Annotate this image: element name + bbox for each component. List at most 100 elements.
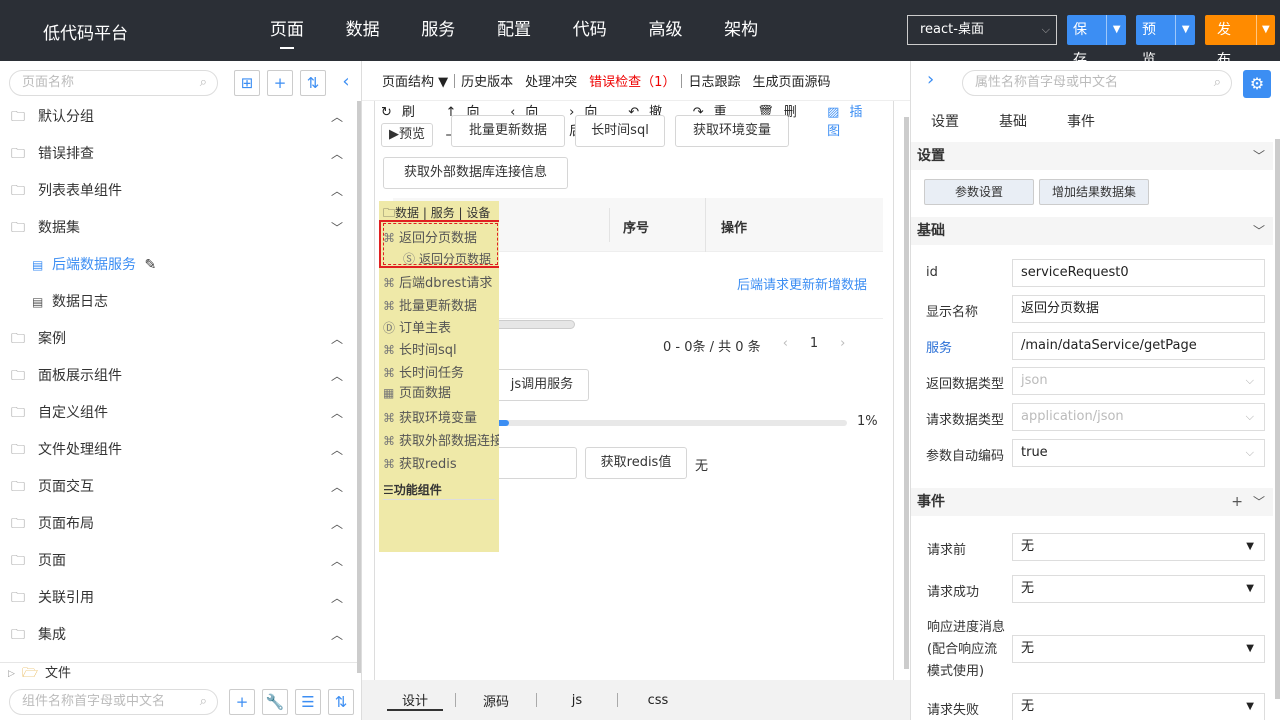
- chevron-up-icon[interactable]: ︿: [331, 358, 343, 395]
- page-search-input[interactable]: 页面名称 ⌕: [9, 70, 218, 96]
- prop-display-name-input[interactable]: 返回分页数据: [1012, 295, 1265, 323]
- preview-widget-button[interactable]: ▶预览: [381, 123, 433, 147]
- nav-config[interactable]: 配置: [476, 0, 552, 61]
- event-success-select[interactable]: 无 ▼: [1012, 575, 1265, 603]
- log-trace-button[interactable]: 日志跟踪: [682, 71, 746, 90]
- param-settings-button[interactable]: 参数设置: [924, 179, 1034, 205]
- chevron-up-icon[interactable]: ︿: [331, 580, 343, 617]
- palette-item[interactable]: ⌘ 返回分页数据: [383, 227, 477, 249]
- section-settings[interactable]: 设置 ﹀: [911, 142, 1273, 170]
- prop-label-service[interactable]: 服务: [926, 337, 952, 356]
- tab-js[interactable]: js: [549, 693, 605, 708]
- tree-group-list-form[interactable]: 🗀 列表表单组件 ︿: [0, 173, 357, 210]
- tab-basic[interactable]: 基础: [999, 111, 1027, 131]
- prev-page-button[interactable]: ‹: [783, 336, 788, 355]
- page-structure-menu[interactable]: 页面结构 ▼: [376, 71, 454, 90]
- chevron-right-icon[interactable]: ›: [927, 69, 934, 90]
- settings-button[interactable]: ⚙: [1243, 70, 1271, 98]
- update-insert-link[interactable]: 后端请求更新新增数据: [737, 274, 867, 293]
- tree-group-file[interactable]: 🗀 文件处理组件 ︿: [0, 432, 357, 469]
- nav-code[interactable]: 代码: [552, 0, 628, 61]
- palette-item[interactable]: Ⓢ 返回分页数据: [403, 248, 491, 270]
- section-events[interactable]: 事件 + ﹀: [911, 488, 1273, 516]
- history-button[interactable]: 历史版本: [455, 71, 519, 90]
- tab-design[interactable]: 设计: [387, 690, 443, 711]
- get-ext-db-button[interactable]: 获取外部数据库连接信息: [383, 157, 568, 189]
- tree-group-default[interactable]: 🗀 默认分组 ︿: [0, 99, 357, 136]
- resolve-conflict-button[interactable]: 处理冲突: [519, 71, 583, 90]
- palette-item[interactable]: ⌘ 获取环境变量: [383, 407, 477, 429]
- prop-id-input[interactable]: serviceRequest0: [1012, 259, 1265, 287]
- palette-item[interactable]: ⌘ 长时间sql: [383, 339, 457, 361]
- tab-css[interactable]: css: [630, 693, 686, 708]
- chevron-down-icon[interactable]: ﹀: [331, 210, 343, 247]
- new-folder-button[interactable]: ⊞: [234, 70, 260, 96]
- nav-advanced[interactable]: 高级: [628, 0, 704, 61]
- tree-group-page[interactable]: 🗀 页面 ︿: [0, 543, 357, 580]
- palette-footer[interactable]: ☰功能组件: [383, 481, 442, 498]
- palette-item[interactable]: ⌘ 后端dbrest请求: [383, 272, 492, 294]
- nav-service[interactable]: 服务: [400, 0, 476, 61]
- tree-group-error-check[interactable]: 🗀 错误排查 ︿: [0, 136, 357, 173]
- chevron-up-icon[interactable]: ︿: [331, 99, 343, 136]
- right-scrollbar[interactable]: [1275, 139, 1280, 699]
- chevron-down-icon[interactable]: ﹀: [1253, 217, 1265, 245]
- tree-page-backend-data-service[interactable]: ▤ 后端数据服务 ✎: [0, 247, 357, 284]
- palette-item[interactable]: ⌘ 获取外部数据连接: [383, 430, 499, 452]
- chevron-up-icon[interactable]: ︿: [331, 432, 343, 469]
- plus-icon[interactable]: +: [1231, 488, 1243, 516]
- sort-components-button[interactable]: ⇅: [328, 689, 354, 715]
- palette-item[interactable]: ⌘ 获取redis: [383, 453, 457, 475]
- tab-events[interactable]: 事件: [1067, 111, 1095, 131]
- wrench-button[interactable]: 🔧: [262, 689, 288, 715]
- generate-source-button[interactable]: 生成页面源码: [746, 71, 836, 90]
- list-order-button[interactable]: ☰: [295, 689, 321, 715]
- insert-image-button[interactable]: ▨ 插图: [827, 101, 883, 139]
- tree-group-panel[interactable]: 🗀 面板展示组件 ︿: [0, 358, 357, 395]
- add-result-dataset-button[interactable]: 增加结果数据集: [1039, 179, 1149, 205]
- prop-request-type-select[interactable]: application/json ⌵: [1012, 403, 1265, 431]
- file-tree-root[interactable]: ▷ 🗁 文件: [0, 662, 357, 684]
- error-check-button[interactable]: 错误检查（1）: [583, 71, 681, 90]
- palette-item[interactable]: ▦ 页面数据: [383, 382, 451, 404]
- prop-auto-encode-select[interactable]: true ⌵: [1012, 439, 1265, 467]
- tab-source[interactable]: 源码: [468, 691, 524, 710]
- add-component-button[interactable]: +: [229, 689, 255, 715]
- chevron-up-icon[interactable]: ︿: [331, 136, 343, 173]
- palette-item[interactable]: ⌘ 长时间任务: [383, 362, 464, 384]
- env-select[interactable]: react-桌面 ⌵: [907, 15, 1057, 45]
- tree-group-layout[interactable]: 🗀 页面布局 ︿: [0, 506, 357, 543]
- palette-item[interactable]: ⌘ 批量更新数据: [383, 295, 477, 317]
- property-search-input[interactable]: 属性名称首字母或中文名 ⌕: [962, 70, 1232, 96]
- tree-group-custom[interactable]: 🗀 自定义组件 ︿: [0, 395, 357, 432]
- chevron-up-icon[interactable]: ︿: [331, 321, 343, 358]
- sort-button[interactable]: ⇅: [300, 70, 326, 96]
- nav-page[interactable]: 页面: [249, 0, 325, 61]
- section-basic[interactable]: 基础 ﹀: [911, 217, 1273, 245]
- caret-down-icon[interactable]: ▼: [1106, 15, 1126, 45]
- batch-update-button[interactable]: 批量更新数据: [451, 115, 565, 147]
- tree-group-reference[interactable]: 🗀 关联引用 ︿: [0, 580, 357, 617]
- next-page-button[interactable]: ›: [840, 336, 845, 355]
- chevron-down-icon[interactable]: ﹀: [1253, 488, 1265, 516]
- palette-item[interactable]: Ⓓ 订单主表: [383, 317, 451, 339]
- chevron-up-icon[interactable]: ︿: [331, 173, 343, 210]
- page-number[interactable]: 1: [810, 336, 818, 355]
- event-before-select[interactable]: 无 ▼: [1012, 533, 1265, 561]
- event-fail-select[interactable]: 无 ▼: [1012, 693, 1265, 720]
- chevron-up-icon[interactable]: ︿: [331, 395, 343, 432]
- publish-button[interactable]: 发布 ▼: [1205, 15, 1275, 68]
- save-button[interactable]: 保存 ▼: [1067, 15, 1126, 68]
- chevron-up-icon[interactable]: ︿: [331, 506, 343, 543]
- chevron-up-icon[interactable]: ︿: [331, 543, 343, 580]
- prop-return-type-select[interactable]: json ⌵: [1012, 367, 1265, 395]
- redis-key-input[interactable]: [495, 447, 577, 479]
- caret-down-icon[interactable]: ▼: [1255, 15, 1275, 45]
- nav-data[interactable]: 数据: [325, 0, 401, 61]
- chevron-up-icon[interactable]: ︿: [331, 617, 343, 654]
- preview-button[interactable]: 预览 ▼: [1136, 15, 1195, 68]
- get-redis-button[interactable]: 获取redis值: [585, 447, 687, 479]
- tree-page-data-log[interactable]: ▤ 数据日志: [0, 284, 357, 321]
- caret-down-icon[interactable]: ▼: [1175, 15, 1195, 45]
- collapse-panel-button[interactable]: ‹: [333, 70, 359, 96]
